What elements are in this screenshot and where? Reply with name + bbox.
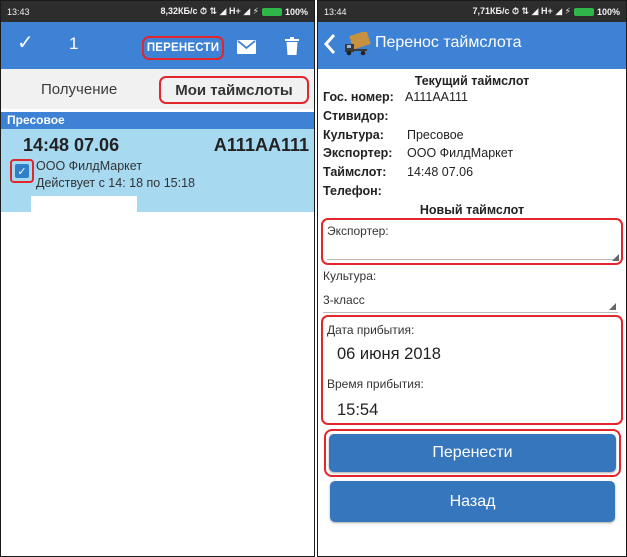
arrival-time-field[interactable]: 15:54 (337, 401, 378, 420)
move-button[interactable]: ПЕРЕНЕСТИ (142, 36, 224, 60)
selection-toolbar: ✓ 1 ПЕРЕНЕСТИ (1, 22, 314, 69)
exporter-info-label: Экспортер: (323, 146, 393, 160)
app-bar: Перенос таймслота (318, 22, 626, 69)
current-timeslot-title: Текущий таймслот (414, 74, 530, 88)
status-time: 13:43 (7, 6, 30, 17)
slot-company: ООО ФилдМаркет (36, 159, 143, 173)
tab-bar: Получение Мои таймслоты (1, 69, 314, 109)
trash-icon[interactable] (285, 37, 299, 60)
back-arrow-icon[interactable] (323, 33, 337, 60)
timeslot-info-label: Таймслот: (323, 165, 387, 179)
culture-info-label: Культура: (323, 128, 384, 142)
culture-field-label: Культура: (323, 269, 377, 283)
truck-icon (345, 30, 371, 61)
left-screen: 13:43 8,32КБ/с ⏱ ⇅ ◢ H+ ◢ ⚡ 100% ✓ 1 ПЕР… (0, 0, 315, 557)
plate-label: Гос. номер: (323, 90, 394, 104)
checkmark-icon: ✓ (15, 164, 29, 178)
status-indicators: 8,32КБ/с ⏱ ⇅ ◢ H+ ◢ ⚡ 100% (160, 6, 309, 17)
status-bar: 13:43 8,32КБ/с ⏱ ⇅ ◢ H+ ◢ ⚡ 100% (1, 1, 314, 22)
screen-title: Перенос таймслота (375, 34, 522, 51)
arrival-time-label: Время прибытия: (327, 377, 424, 391)
battery-icon (573, 7, 594, 16)
phone-label: Телефон: (323, 184, 382, 198)
status-bar: 13:44 7,71КБ/с ⏱ ⇅ ◢ H+ ◢ ⚡ 100% (318, 1, 626, 22)
slot-validity: Действует с 14: 18 по 15:18 (36, 176, 196, 190)
status-indicators: 7,71КБ/с ⏱ ⇅ ◢ H+ ◢ ⚡ 100% (472, 6, 621, 17)
mail-icon[interactable] (237, 40, 256, 59)
dropdown-corner-icon (612, 254, 619, 261)
back-button[interactable]: Назад (330, 481, 615, 522)
exporter-info-value: ООО ФилдМаркет (407, 146, 514, 160)
field-underline (327, 259, 617, 260)
timeslot-info-value: 14:48 07.06 (407, 165, 474, 179)
slot-checkbox[interactable]: ✓ (10, 159, 34, 183)
status-time: 13:44 (324, 6, 347, 17)
arrival-datetime-group: Дата прибытия: 06 июня 2018 Время прибыт… (321, 315, 623, 425)
culture-select[interactable]: 3-класс (323, 293, 365, 307)
move-submit-highlight: Перенести (324, 429, 621, 477)
field-underline (323, 312, 618, 313)
battery-icon (261, 7, 282, 16)
redacted-area (31, 196, 137, 212)
right-screen: 13:44 7,71КБ/с ⏱ ⇅ ◢ H+ ◢ ⚡ 100% Перенос… (317, 0, 627, 557)
stevedore-label: Стивидор: (323, 109, 389, 123)
new-timeslot-title: Новый таймслот (419, 203, 525, 217)
tab-my-timeslots[interactable]: Мои таймслоты (159, 76, 309, 104)
plate-value: А111АА111 (405, 90, 469, 104)
exporter-field[interactable]: Экспортер: (321, 218, 623, 265)
redacted-area (407, 184, 509, 199)
selected-count: 1 (69, 34, 79, 53)
group-header: Пресовое (1, 112, 314, 129)
slot-time: 14:48 07.06 (23, 135, 120, 155)
exporter-field-label: Экспортер: (327, 224, 389, 238)
timeslot-card[interactable]: 14:48 07.06 А111АА111 ✓ ООО ФилдМаркет Д… (1, 129, 314, 212)
check-icon[interactable]: ✓ (17, 30, 34, 55)
move-submit-button[interactable]: Перенести (329, 434, 616, 472)
arrival-date-field[interactable]: 06 июня 2018 (337, 345, 441, 364)
culture-info-value: Пресовое (407, 128, 464, 142)
arrival-date-label: Дата прибытия: (327, 323, 415, 337)
back-button-wrap: Назад (330, 481, 615, 522)
slot-plate: А111АА111 (213, 135, 309, 155)
dropdown-corner-icon (609, 303, 616, 310)
tab-receive[interactable]: Получение (41, 81, 117, 98)
